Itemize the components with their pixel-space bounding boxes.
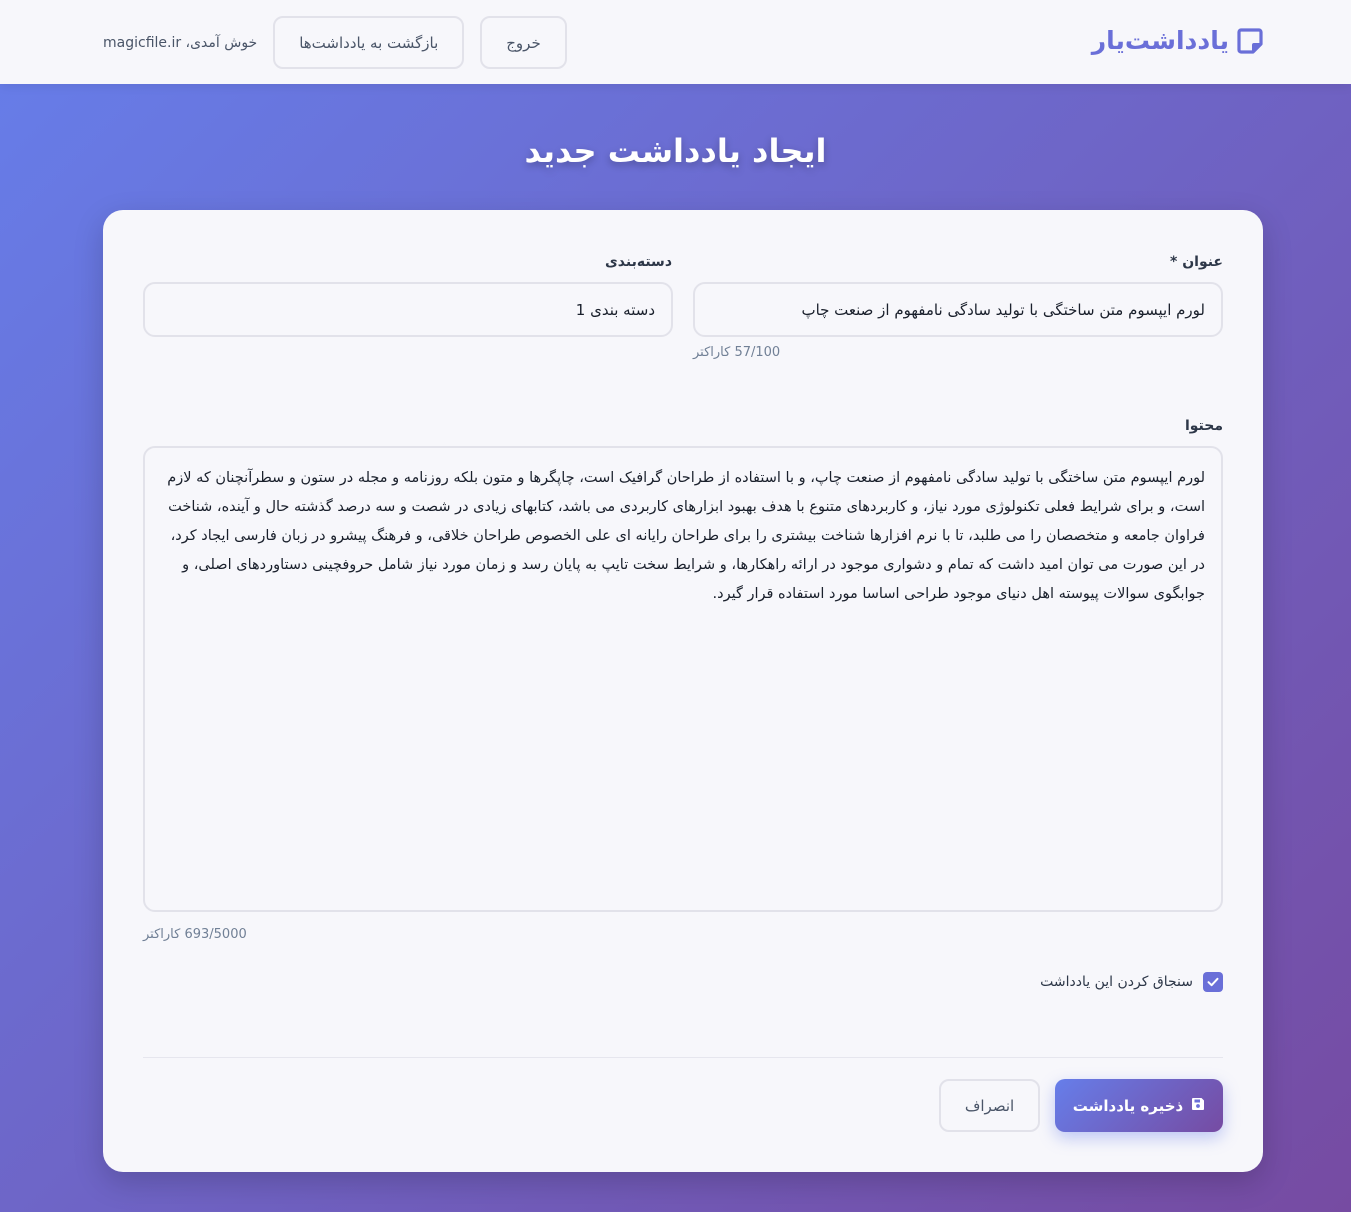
content-textarea[interactable]: لورم ایپسوم متن ساختگی با تولید سادگی نا… xyxy=(143,446,1223,912)
check-icon xyxy=(1207,977,1219,987)
content-label: محتوا xyxy=(1184,418,1223,434)
brand-name: یادداشت‌یار xyxy=(1091,26,1229,55)
category-input[interactable]: دسته بندی 1 xyxy=(143,282,673,337)
page-title: ایجاد یادداشت جدید xyxy=(524,132,827,170)
pin-note-row[interactable]: سنجاق کردن این یادداشت xyxy=(1040,972,1223,992)
content-text: لورم ایپسوم متن ساختگی با تولید سادگی نا… xyxy=(167,470,1205,602)
title-input[interactable]: لورم ایپسوم متن ساختگی با تولید سادگی نا… xyxy=(693,282,1223,337)
save-disk-icon xyxy=(1191,1097,1205,1115)
save-note-button[interactable]: ذخیره یادداشت xyxy=(1055,1079,1223,1132)
welcome-text: خوش آمدی، magicfile.ir xyxy=(103,34,258,51)
pin-label: سنجاق کردن این یادداشت xyxy=(1040,974,1193,990)
note-icon xyxy=(1237,27,1263,54)
note-form-card: عنوان * لورم ایپسوم متن ساختگی با تولید … xyxy=(103,210,1263,1172)
content-char-counter: 693/5000 کاراکتر xyxy=(143,927,247,942)
cancel-button[interactable]: انصراف xyxy=(939,1079,1040,1132)
brand-logo[interactable]: یادداشت‌یار xyxy=(1092,26,1263,55)
top-navbar: یادداشت‌یار خوش آمدی، magicfile.ir بازگش… xyxy=(0,0,1351,84)
resize-handle-icon[interactable] xyxy=(147,898,157,910)
form-divider xyxy=(143,1057,1223,1058)
header-actions: خوش آمدی، magicfile.ir بازگشت به یادداشت… xyxy=(103,16,567,69)
title-char-counter: 57/100 کاراکتر xyxy=(693,345,781,360)
category-label: دسته‌بندی xyxy=(604,254,672,270)
logout-button[interactable]: خروج xyxy=(480,16,567,69)
title-label: عنوان * xyxy=(1170,254,1223,270)
pin-checkbox[interactable] xyxy=(1203,972,1223,992)
back-to-notes-button[interactable]: بازگشت به یادداشت‌ها xyxy=(273,16,465,69)
save-button-label: ذخیره یادداشت xyxy=(1072,1096,1184,1115)
